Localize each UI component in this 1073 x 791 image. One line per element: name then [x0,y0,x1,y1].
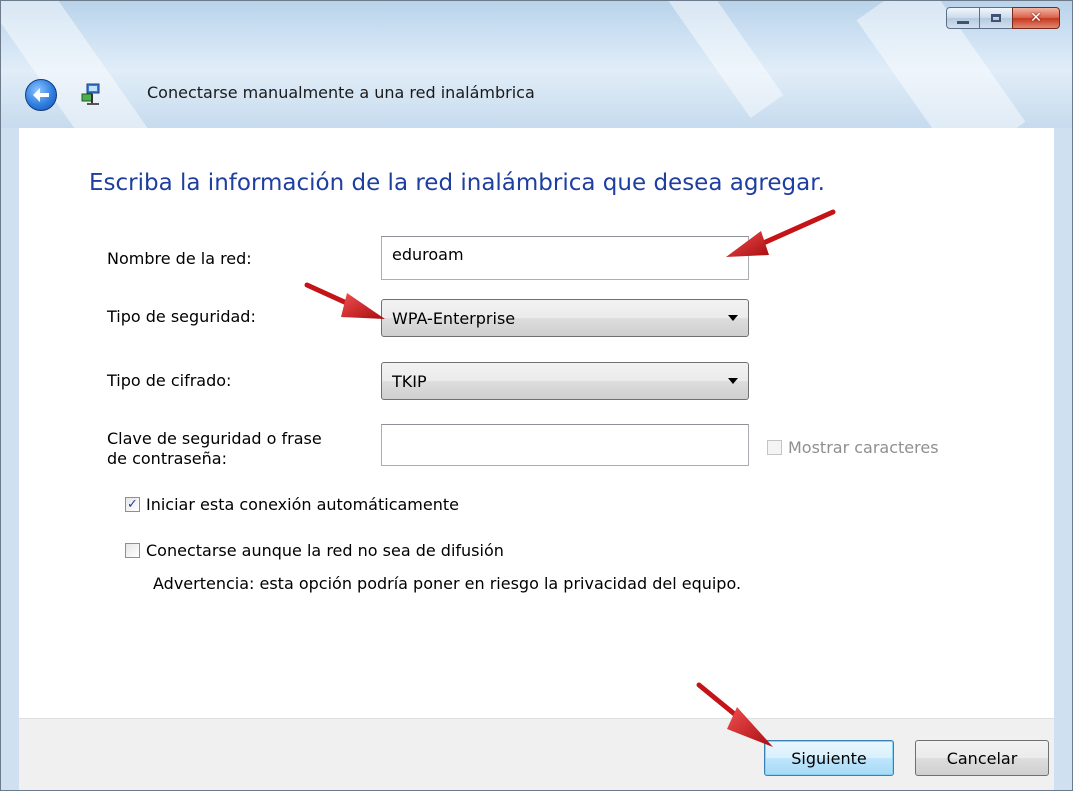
privacy-warning: Advertencia: esta opción podría poner en… [153,574,742,593]
security-type-value: WPA-Enterprise [392,308,516,328]
nonbroadcast-checkbox[interactable] [125,543,140,558]
security-type-select[interactable]: WPA-Enterprise [381,299,749,337]
close-icon: ✕ [1030,10,1042,26]
security-key-label: Clave de seguridad o frase de contraseña… [107,429,322,469]
nonbroadcast-label: Conectarse aunque la red no sea de difus… [146,541,504,560]
nonbroadcast-checkbox-row[interactable]: Conectarse aunque la red no sea de difus… [125,541,504,560]
show-characters-checkbox[interactable] [767,440,782,455]
maximize-icon [991,14,1001,22]
glass-decoration [658,1,784,119]
content-area: Escriba la información de la red inalámb… [19,128,1054,718]
wizard-window: ✕ Conectarse manualmente a una red inalá… [0,0,1073,791]
encryption-type-label: Tipo de cifrado: [107,371,232,390]
network-name-label: Nombre de la red: [107,249,252,268]
auto-connect-checkbox[interactable]: ✓ [125,497,140,512]
auto-connect-checkbox-row[interactable]: ✓ Iniciar esta conexión automáticamente [125,495,459,514]
footer-bar: Siguiente Cancelar [19,718,1054,790]
title-bar: ✕ Conectarse manualmente a una red inalá… [1,1,1072,128]
minimize-icon [957,20,969,24]
security-type-label: Tipo de seguridad: [107,307,256,326]
window-title: Conectarse manualmente a una red inalámb… [147,83,535,102]
network-icon [81,83,100,105]
security-key-label-line1: Clave de seguridad o frase [107,429,322,448]
close-button[interactable]: ✕ [1012,7,1060,29]
back-button[interactable] [25,79,57,111]
checkmark-icon: ✓ [127,497,138,512]
minimize-button[interactable] [946,7,980,29]
network-name-input[interactable]: eduroam [381,236,749,280]
encryption-type-select[interactable]: TKIP [381,362,749,400]
chevron-down-icon [728,378,738,384]
maximize-button[interactable] [979,7,1013,29]
glass-decoration [1,1,153,128]
window-controls: ✕ [946,7,1060,29]
cancel-button[interactable]: Cancelar [915,740,1049,776]
auto-connect-label: Iniciar esta conexión automáticamente [146,495,459,514]
security-key-input[interactable] [381,424,749,466]
show-characters-label: Mostrar caracteres [788,438,939,457]
back-arrow-icon [33,88,49,102]
encryption-type-value: TKIP [392,371,427,391]
show-characters-checkbox-row[interactable]: Mostrar caracteres [767,438,939,457]
chevron-down-icon [728,315,738,321]
next-button[interactable]: Siguiente [764,740,894,776]
page-heading: Escriba la información de la red inalámb… [89,170,825,196]
security-key-label-line2: de contraseña: [107,449,227,468]
